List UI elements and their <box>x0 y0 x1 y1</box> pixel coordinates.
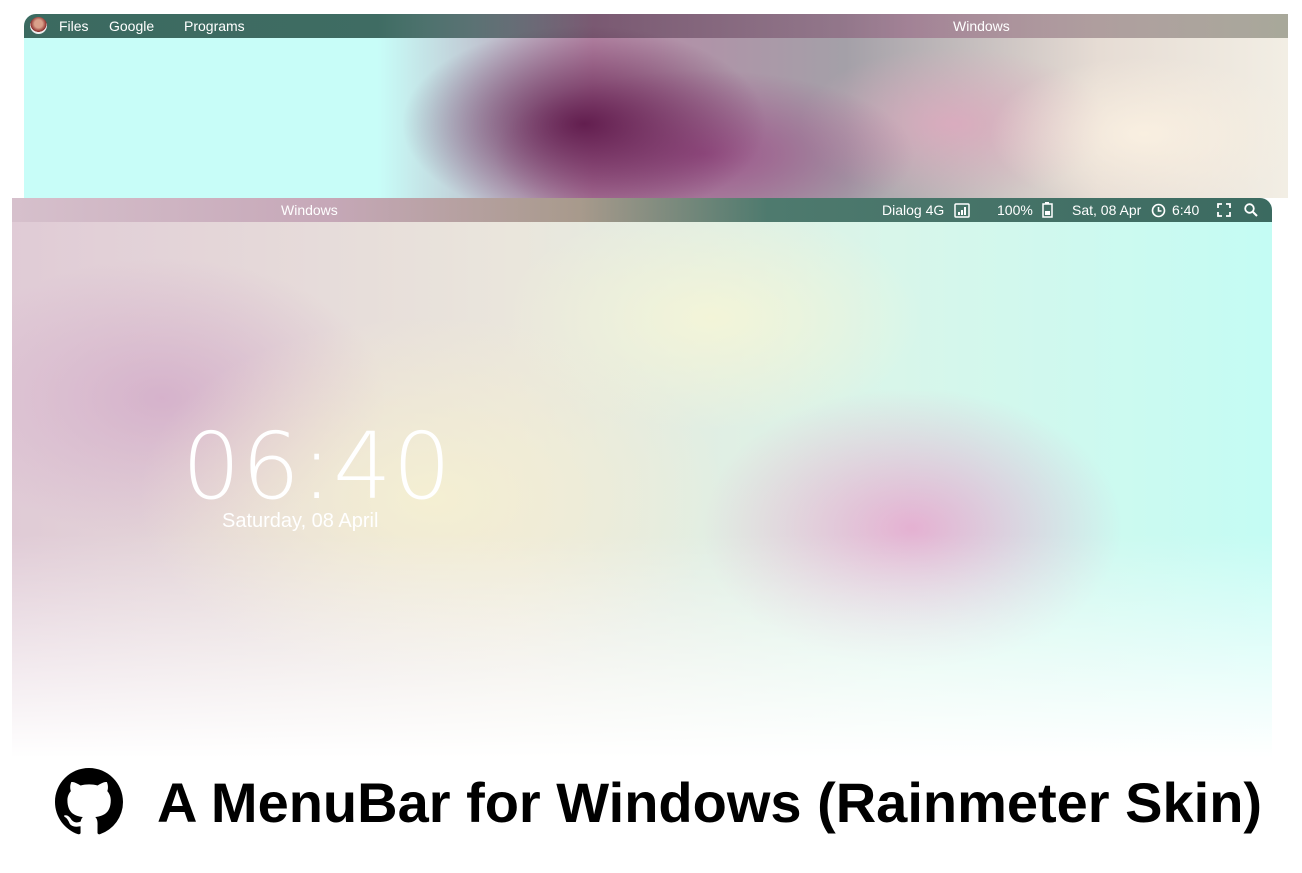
signal-icon <box>954 203 970 218</box>
time-label[interactable]: 6:40 <box>1172 202 1199 218</box>
date-label[interactable]: Sat, 08 Apr <box>1072 202 1141 218</box>
user-avatar[interactable] <box>30 17 47 34</box>
bottom-menubar: Windows Dialog 4G 100% Sat, 08 Apr 6:40 <box>12 198 1272 222</box>
network-label[interactable]: Dialog 4G <box>882 202 944 218</box>
clock-icon <box>1151 203 1166 218</box>
top-menubar: Files Google Programs Windows <box>24 14 1288 38</box>
top-desktop-preview: Files Google Programs Windows <box>24 14 1288 198</box>
bottom-desktop-preview: Windows Dialog 4G 100% Sat, 08 Apr 6:40 … <box>12 198 1272 758</box>
lockscreen-clock: 06:40 <box>182 413 453 520</box>
menu-google[interactable]: Google <box>109 18 154 34</box>
banner-title: A MenuBar for Windows (Rainmeter Skin) <box>157 771 1263 834</box>
menu-files[interactable]: Files <box>59 18 89 34</box>
github-icon <box>55 768 123 835</box>
window-title: Windows <box>953 18 1010 34</box>
fullscreen-icon[interactable] <box>1217 203 1231 217</box>
menu-programs[interactable]: Programs <box>184 18 245 34</box>
battery-icon <box>1042 202 1053 218</box>
window-title: Windows <box>281 202 338 218</box>
lockscreen-date: Saturday, 08 April <box>222 510 379 532</box>
search-icon[interactable] <box>1244 203 1258 217</box>
battery-label[interactable]: 100% <box>997 202 1033 218</box>
